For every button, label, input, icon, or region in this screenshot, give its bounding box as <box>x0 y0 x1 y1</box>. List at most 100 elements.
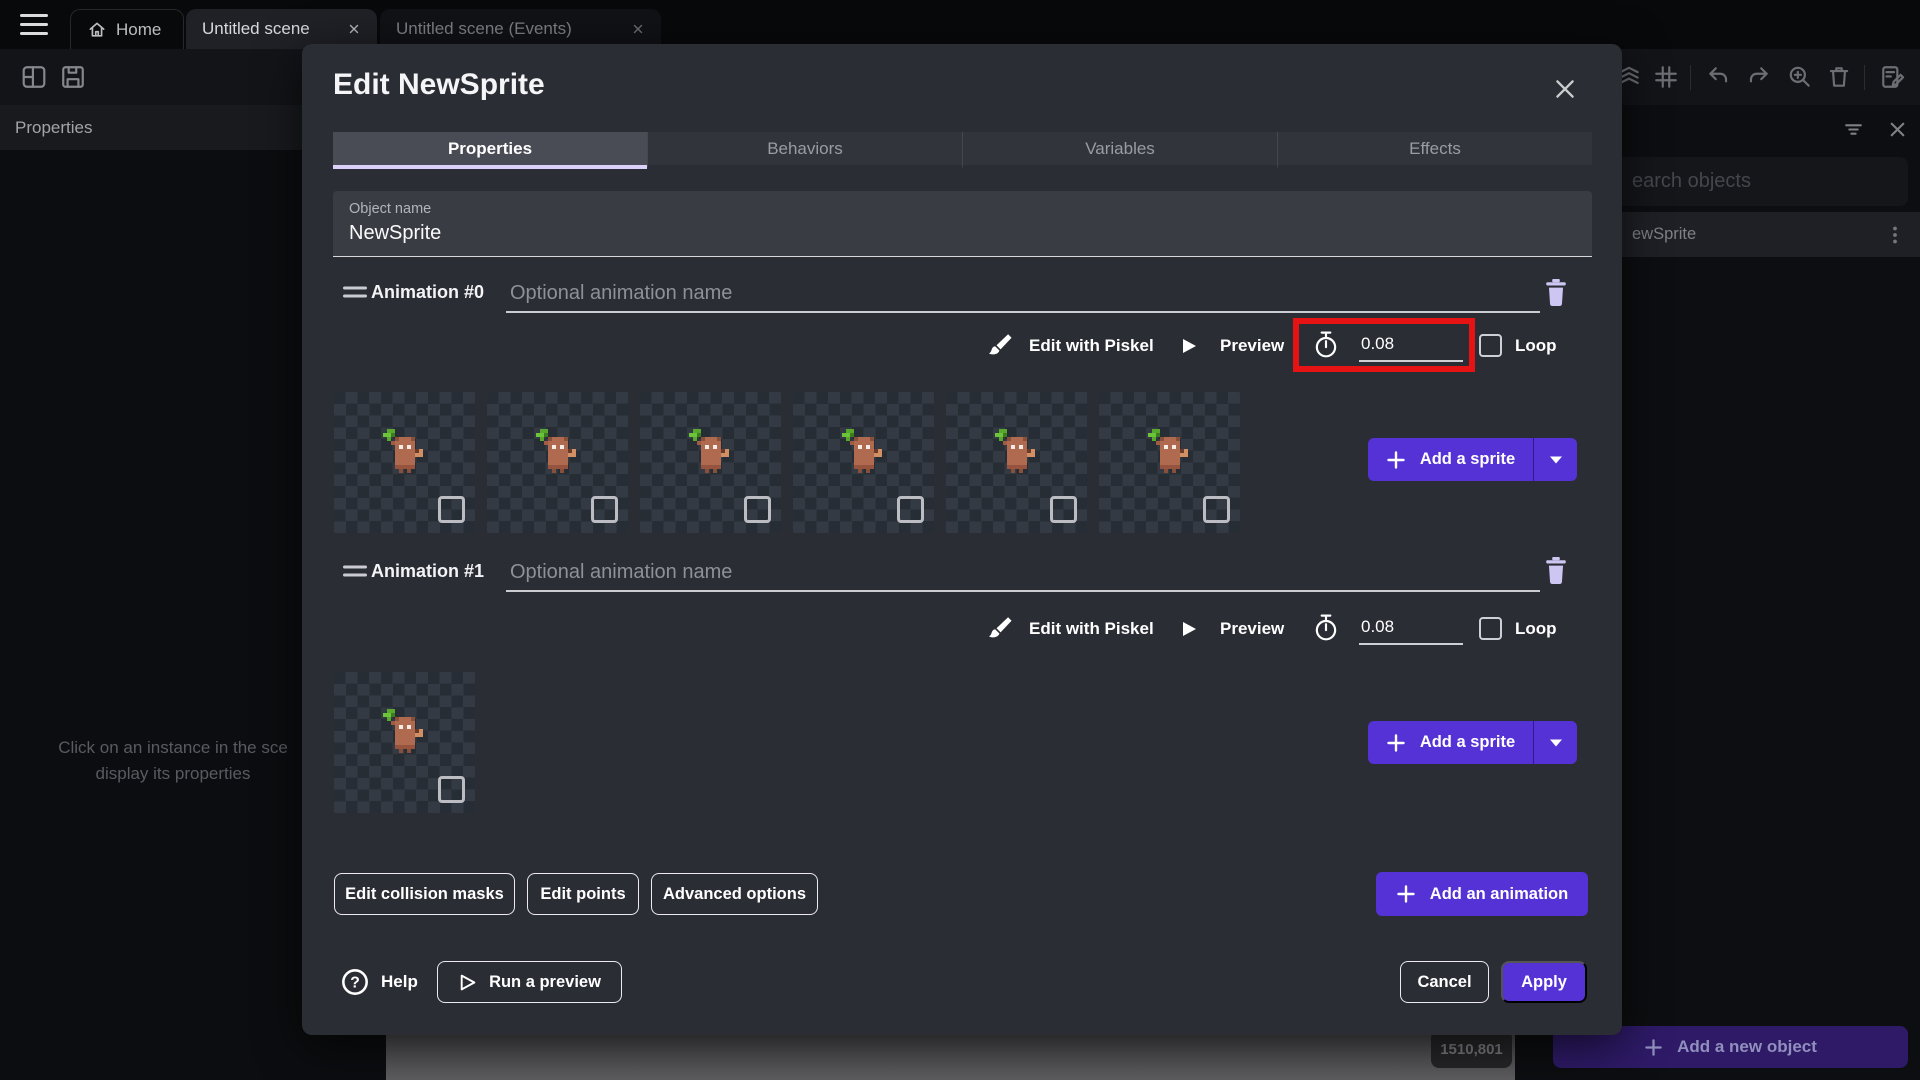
zoom-in-icon[interactable] <box>1787 64 1813 90</box>
apply-button[interactable]: Apply <box>1501 961 1587 1003</box>
add-sprite-dropdown[interactable] <box>1533 721 1577 764</box>
properties-panel-header: Properties <box>0 105 302 150</box>
search-objects-input[interactable]: earch objects <box>1590 157 1908 206</box>
add-animation-button[interactable]: Add an animation <box>1376 872 1588 916</box>
sprite-frame-thumbnail[interactable] <box>946 392 1087 533</box>
add-sprite-button[interactable]: Add a sprite <box>1368 721 1577 764</box>
frame-select-checkbox[interactable] <box>897 496 924 523</box>
tab-scene-label: Untitled scene <box>202 19 310 38</box>
item-menu-dots-icon[interactable] <box>1892 226 1898 244</box>
home-icon <box>89 22 105 37</box>
sprite-frame-thumbnail[interactable] <box>640 392 781 533</box>
brush-icon <box>989 334 1012 355</box>
advanced-options-button[interactable]: Advanced options <box>651 873 818 915</box>
grid-icon[interactable] <box>1653 64 1679 90</box>
time-between-frames-input[interactable] <box>1359 334 1463 362</box>
delete-animation-1-icon[interactable] <box>1543 555 1569 586</box>
frame-select-checkbox[interactable] <box>438 496 465 523</box>
stopwatch-icon <box>1315 331 1337 358</box>
properties-empty-message: Click on an instance in the sce display … <box>58 738 288 783</box>
frame-select-checkbox[interactable] <box>438 776 465 803</box>
chevron-down-icon <box>1549 739 1562 746</box>
help-icon: ? <box>342 969 368 995</box>
stopwatch-icon <box>1315 614 1337 641</box>
object-item-label: ewSprite <box>1632 225 1697 243</box>
preview-button[interactable]: Preview <box>1220 619 1284 639</box>
pig-sprite-image <box>383 429 423 473</box>
animation-0-frames <box>334 392 1240 533</box>
object-name-value: NewSprite <box>349 222 442 244</box>
properties-panel-title: Properties <box>15 117 93 137</box>
sprite-frame-thumbnail[interactable] <box>334 392 475 533</box>
tab-untitled-scene[interactable]: Untitled scene <box>186 9 377 49</box>
frame-select-checkbox[interactable] <box>1203 496 1230 523</box>
close-tab-icon[interactable] <box>631 22 645 36</box>
panels-layout-icon[interactable] <box>21 64 47 90</box>
plus-icon <box>1645 1038 1662 1056</box>
preview-button[interactable]: Preview <box>1220 336 1284 356</box>
tab-behaviors[interactable]: Behaviors <box>647 132 962 169</box>
pig-sprite-image <box>536 429 576 473</box>
cancel-button[interactable]: Cancel <box>1400 961 1489 1003</box>
add-sprite-button[interactable]: Add a sprite <box>1368 438 1577 481</box>
loop-checkbox[interactable] <box>1479 617 1502 640</box>
edit-sprite-dialog: Edit NewSprite Properties Behaviors Vari… <box>302 44 1622 1035</box>
animation-0-name-input[interactable] <box>506 282 1540 313</box>
tab-effects[interactable]: Effects <box>1277 132 1592 169</box>
tab-home-label: Home <box>116 19 162 39</box>
sprite-frame-thumbnail[interactable] <box>1099 392 1240 533</box>
frame-select-checkbox[interactable] <box>744 496 771 523</box>
plus-icon <box>1387 733 1405 752</box>
edit-scene-sheet-icon[interactable] <box>1880 64 1906 90</box>
edit-with-piskel-button[interactable]: Edit with Piskel <box>1029 336 1154 356</box>
drag-handle-icon[interactable] <box>343 285 367 299</box>
close-panel-icon[interactable] <box>1887 119 1908 140</box>
sprite-frame-thumbnail[interactable] <box>487 392 628 533</box>
brush-icon <box>989 617 1012 638</box>
toolbar-divider <box>1864 65 1865 90</box>
frame-select-checkbox[interactable] <box>1050 496 1077 523</box>
redo-icon[interactable] <box>1745 64 1771 90</box>
tab-untitled-scene-events[interactable]: Untitled scene (Events) <box>380 9 661 49</box>
sprite-frame-thumbnail[interactable] <box>793 392 934 533</box>
tab-variables[interactable]: Variables <box>962 132 1277 169</box>
pig-sprite-image <box>689 429 729 473</box>
pig-sprite-image <box>383 709 423 753</box>
animation-1-name-input[interactable] <box>506 561 1540 592</box>
edit-with-piskel-button[interactable]: Edit with Piskel <box>1029 619 1154 639</box>
plus-icon <box>1397 885 1415 903</box>
help-button[interactable]: ? Help <box>341 968 418 996</box>
loop-checkbox[interactable] <box>1479 334 1502 357</box>
tab-home[interactable]: Home <box>70 9 184 49</box>
pig-sprite-image <box>1148 429 1188 473</box>
edit-collision-masks-button[interactable]: Edit collision masks <box>334 873 515 915</box>
dialog-tab-bar: Properties Behaviors Variables Effects <box>333 132 1592 169</box>
trash-icon[interactable] <box>1826 64 1852 90</box>
loop-label: Loop <box>1515 336 1557 355</box>
chevron-down-icon <box>1549 456 1562 463</box>
animation-1-frames <box>334 672 475 813</box>
play-icon <box>1183 339 1196 353</box>
undo-icon[interactable] <box>1706 64 1732 90</box>
frame-select-checkbox[interactable] <box>591 496 618 523</box>
filter-icon[interactable] <box>1843 119 1864 140</box>
delete-animation-0-icon[interactable] <box>1543 277 1569 308</box>
object-name-field[interactable]: Object name NewSprite <box>333 191 1592 257</box>
add-sprite-dropdown[interactable] <box>1533 438 1577 481</box>
play-icon <box>1183 622 1196 636</box>
tab-properties[interactable]: Properties <box>333 132 647 169</box>
run-preview-button[interactable]: Run a preview <box>437 961 622 1003</box>
sprite-frame-thumbnail[interactable] <box>334 672 475 813</box>
scene-canvas[interactable]: 1510,801 <box>386 1030 1515 1080</box>
main-menu-icon[interactable] <box>20 14 48 35</box>
gdevelop-window: Home Untitled scene Untitled scene (Even… <box>0 0 1920 1080</box>
edit-points-button[interactable]: Edit points <box>527 873 639 915</box>
animation-0-title: Animation #0 <box>371 282 485 302</box>
drag-handle-icon[interactable] <box>343 564 367 578</box>
save-icon[interactable] <box>60 64 86 90</box>
close-tab-icon[interactable] <box>347 22 361 36</box>
time-between-frames-input[interactable] <box>1359 617 1463 645</box>
close-dialog-icon[interactable] <box>1552 76 1578 102</box>
play-outline-icon <box>460 974 476 990</box>
pig-sprite-image <box>995 429 1035 473</box>
